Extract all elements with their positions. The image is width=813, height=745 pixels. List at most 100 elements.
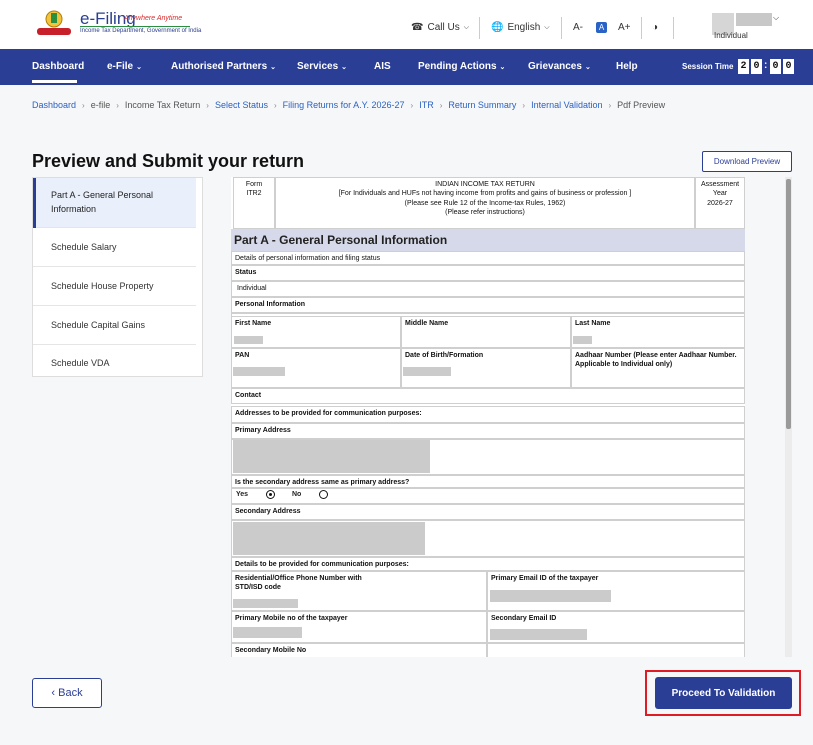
nav-label: Services — [297, 61, 339, 72]
phone-icon: ☎ — [411, 22, 424, 33]
nav-ais[interactable]: AIS — [374, 61, 391, 72]
session-digit: 0 — [783, 59, 794, 74]
emblem-logo-icon — [37, 10, 71, 35]
breadcrumb-dashboard[interactable]: Dashboard — [32, 100, 76, 110]
no-radio[interactable] — [319, 490, 328, 499]
chevron-down-icon: ⌄ — [584, 64, 591, 71]
breadcrumb-internal-validation[interactable]: Internal Validation — [531, 100, 602, 110]
contact-cell: Contact — [231, 388, 745, 404]
details-comm-caption: Details to be provided for communication… — [235, 561, 409, 568]
secondary-same-question: Is the secondary address same as primary… — [235, 479, 410, 486]
empty-cell — [487, 643, 745, 657]
yes-radio[interactable] — [266, 490, 275, 499]
language-selector[interactable]: 🌐 English ⌵ — [491, 22, 550, 33]
nav-grievances[interactable]: Grievances ⌄ — [528, 61, 591, 72]
aadhaar-label: Aadhaar Number (Please enter Aadhaar Num… — [575, 352, 737, 369]
schedule-item-part-a[interactable]: Part A - General Personal Information — [33, 178, 196, 228]
assessment-year-cell: Assessment Year 2026-27 — [695, 177, 745, 229]
secondary-mobile-cell: Secondary Mobile No — [231, 643, 487, 657]
details-caption: Details of personal information and fili… — [231, 251, 745, 265]
download-preview-button[interactable]: Download Preview — [702, 151, 792, 172]
status-value: Individual — [231, 281, 745, 297]
breadcrumb-efile: e-file — [90, 100, 111, 110]
primary-mobile-redacted — [233, 627, 302, 638]
pan-redacted — [233, 367, 285, 376]
primary-email-label: Primary Email ID of the taxpayer — [491, 575, 599, 582]
chevron-right-icon: › — [116, 100, 119, 110]
schedule-list: Part A - General Personal Information Sc… — [32, 177, 203, 377]
nav-label: Dashboard — [32, 61, 85, 72]
globe-icon: 🌐 — [491, 22, 504, 33]
chevron-right-icon: › — [273, 100, 277, 110]
schedule-item-house-property[interactable]: Schedule House Property — [33, 267, 196, 306]
font-decrease-button[interactable]: A- — [573, 22, 583, 33]
chevron-down-icon[interactable]: ⌵ — [773, 13, 779, 23]
schedule-item-vda[interactable]: Schedule VDA — [33, 345, 196, 376]
yes-label: Yes — [236, 491, 249, 498]
part-a-heading: Part A - General Personal Information — [231, 229, 745, 251]
chevron-right-icon: › — [206, 100, 209, 110]
status-label-cell: Status — [231, 265, 745, 281]
call-us-label: Call Us — [427, 22, 460, 33]
dob-redacted — [403, 367, 451, 376]
secondary-same-cell: Is the secondary address same as primary… — [231, 475, 745, 488]
chevron-right-icon: › — [608, 100, 612, 110]
nav-label: Authorised Partners — [171, 61, 268, 72]
breadcrumb-return-summary[interactable]: Return Summary — [448, 100, 516, 110]
nav-label: Pending Actions — [418, 61, 497, 72]
breadcrumb-pdf-preview: Pdf Preview — [617, 100, 666, 110]
session-digit: 2 — [738, 59, 749, 74]
chevron-down-icon: ⌄ — [499, 64, 506, 71]
page-title: Preview and Submit your return — [32, 151, 305, 171]
form-cell: Form ITR2 — [233, 177, 275, 229]
font-default-button[interactable]: A — [596, 22, 607, 33]
nav-services[interactable]: Services ⌄ — [297, 61, 347, 72]
schedule-item-capital-gains[interactable]: Schedule Capital Gains — [33, 306, 196, 345]
chevron-down-icon: ⌵ — [463, 23, 470, 31]
last-name-label: Last Name — [575, 320, 611, 327]
no-label: No — [292, 491, 302, 498]
middle-name-label: Middle Name — [405, 320, 449, 327]
session-digit: 0 — [751, 59, 762, 74]
proceed-to-validation-button[interactable]: Proceed To Validation — [655, 677, 792, 709]
details-comm-cell: Details to be provided for communication… — [231, 557, 745, 571]
top-header: e-Filing Anywhere Anytime Income Tax Dep… — [0, 0, 813, 49]
assessment-year-label: Assessment Year — [700, 181, 740, 198]
contrast-icon: ◑ — [652, 22, 659, 33]
secondary-email-label: Secondary Email ID — [491, 615, 557, 622]
return-rule: (Please see Rule 12 of the Income-tax Ru… — [404, 199, 566, 207]
breadcrumb: Dashboard › e-file › Income Tax Return ›… — [32, 100, 665, 110]
secondary-address-redacted — [233, 522, 425, 555]
nav-dashboard[interactable]: Dashboard — [32, 61, 84, 72]
chevron-down-icon: ⌵ — [544, 23, 550, 31]
secondary-mobile-label: Secondary Mobile No — [235, 647, 307, 654]
schedule-item-salary[interactable]: Schedule Salary — [33, 228, 196, 267]
font-increase-button[interactable]: A+ — [618, 22, 631, 33]
last-name-cell: Last Name — [571, 316, 745, 348]
nav-authorised-partners[interactable]: Authorised Partners ⌄ — [171, 61, 276, 72]
chevron-right-icon: › — [439, 100, 443, 110]
header-separator — [673, 17, 674, 39]
chevron-right-icon: › — [410, 100, 414, 110]
breadcrumb-select-status[interactable]: Select Status — [215, 100, 268, 110]
call-us-menu[interactable]: ☎ Call Us ⌵ — [411, 22, 469, 33]
return-title: INDIAN INCOME TAX RETURN — [435, 181, 535, 188]
nav-help[interactable]: Help — [616, 61, 638, 72]
logo-subtitle: Income Tax Department, Government of Ind… — [80, 28, 202, 34]
contrast-toggle[interactable]: ◑ — [652, 22, 658, 33]
user-role: Individual — [714, 31, 748, 40]
user-name-redacted — [736, 13, 772, 26]
chevron-down-icon: ⌄ — [136, 64, 142, 71]
preview-scroll-thumb[interactable] — [786, 179, 791, 429]
language-label: English — [507, 22, 541, 33]
schedule-item-label: Schedule House Property — [51, 281, 154, 291]
breadcrumb-itr[interactable]: ITR — [419, 100, 434, 110]
breadcrumb-filing-returns[interactable]: Filing Returns for A.Y. 2026-27 — [283, 100, 405, 110]
personal-info-label: Personal Information — [235, 301, 306, 308]
nav-pending-actions[interactable]: Pending Actions ⌄ — [418, 61, 505, 72]
schedule-item-label: Schedule Capital Gains — [51, 320, 146, 330]
back-button[interactable]: ‹ Back — [32, 678, 102, 708]
schedule-item-label: Schedule Salary — [51, 242, 117, 252]
nav-efile[interactable]: e-File ⌄ — [107, 61, 142, 72]
header-separator — [561, 17, 562, 39]
